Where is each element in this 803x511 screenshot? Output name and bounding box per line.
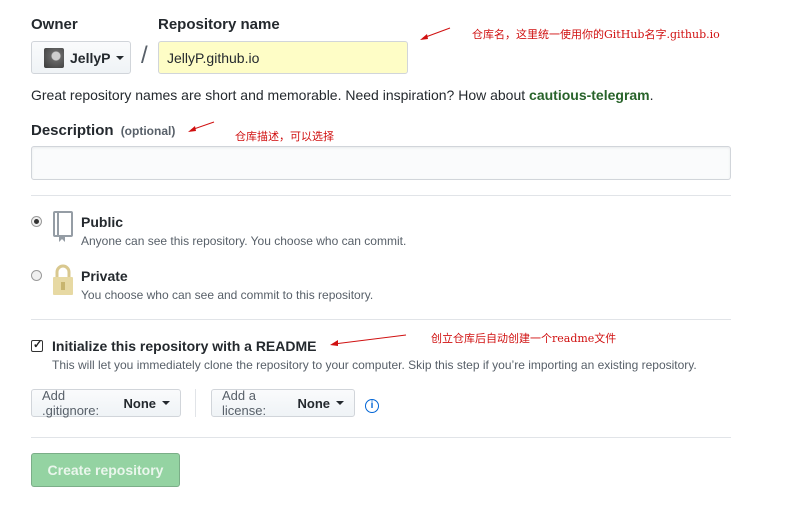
annotation-arrow-readme bbox=[330, 334, 407, 346]
divider bbox=[31, 195, 731, 196]
public-note: Anyone can see this repository. You choo… bbox=[81, 234, 407, 248]
repository-name-label: Repository name bbox=[158, 16, 280, 33]
hint-text: Great repository names are short and mem… bbox=[31, 87, 530, 103]
owner-select[interactable]: JellyP bbox=[31, 41, 131, 74]
repository-name-input[interactable] bbox=[158, 41, 408, 74]
annotation-description: 仓库描述，可以选择 bbox=[235, 130, 334, 143]
chevron-down-icon bbox=[162, 401, 170, 405]
private-radio[interactable] bbox=[31, 270, 42, 281]
suggested-name-link[interactable]: cautious-telegram bbox=[529, 87, 650, 103]
hint-end: . bbox=[649, 87, 654, 103]
license-value: None bbox=[297, 395, 331, 411]
readme-checkbox[interactable] bbox=[31, 338, 43, 352]
private-note: You choose who can see and commit to thi… bbox=[81, 288, 374, 302]
private-title: Private bbox=[81, 268, 128, 284]
gitignore-select[interactable]: Add .gitignore: None bbox=[31, 388, 181, 418]
chevron-down-icon bbox=[336, 401, 344, 405]
divider bbox=[31, 437, 731, 438]
license-select[interactable]: Add a license: None bbox=[211, 388, 355, 418]
lock-icon bbox=[53, 264, 73, 295]
avatar bbox=[44, 47, 64, 68]
description-label-text: Description bbox=[31, 122, 114, 139]
public-radio[interactable] bbox=[31, 216, 42, 227]
gitignore-value: None bbox=[123, 395, 157, 411]
repo-book-icon bbox=[53, 211, 73, 242]
owner-repo-separator: / bbox=[141, 42, 148, 69]
divider bbox=[31, 319, 731, 320]
public-title: Public bbox=[81, 214, 124, 230]
description-label: Description (optional) bbox=[31, 122, 175, 139]
annotation-arrow-repo-name bbox=[420, 27, 451, 40]
repository-name-hint: Great repository names are short and mem… bbox=[31, 87, 654, 103]
license-label: Add a license: bbox=[222, 388, 267, 418]
annotation-arrow-description bbox=[188, 121, 215, 132]
annotation-repo-name: 仓库名，这里统一使用你的GitHub名字.github.io bbox=[472, 28, 720, 41]
optional-label: (optional) bbox=[120, 124, 176, 138]
owner-label: Owner bbox=[31, 16, 78, 33]
chevron-down-icon bbox=[116, 55, 125, 60]
create-repository-button[interactable]: Create repository bbox=[31, 453, 180, 487]
readme-note: This will let you immediately clone the … bbox=[52, 358, 697, 372]
select-divider bbox=[195, 389, 196, 417]
gitignore-label: Add .gitignore: bbox=[42, 388, 100, 418]
readme-title: Initialize this repository with a README bbox=[52, 338, 317, 354]
annotation-readme: 创立仓库后自动创建一个readme文件 bbox=[431, 332, 617, 345]
description-input[interactable] bbox=[31, 146, 731, 180]
owner-name: JellyP bbox=[70, 49, 111, 66]
info-icon[interactable]: i bbox=[365, 399, 379, 413]
